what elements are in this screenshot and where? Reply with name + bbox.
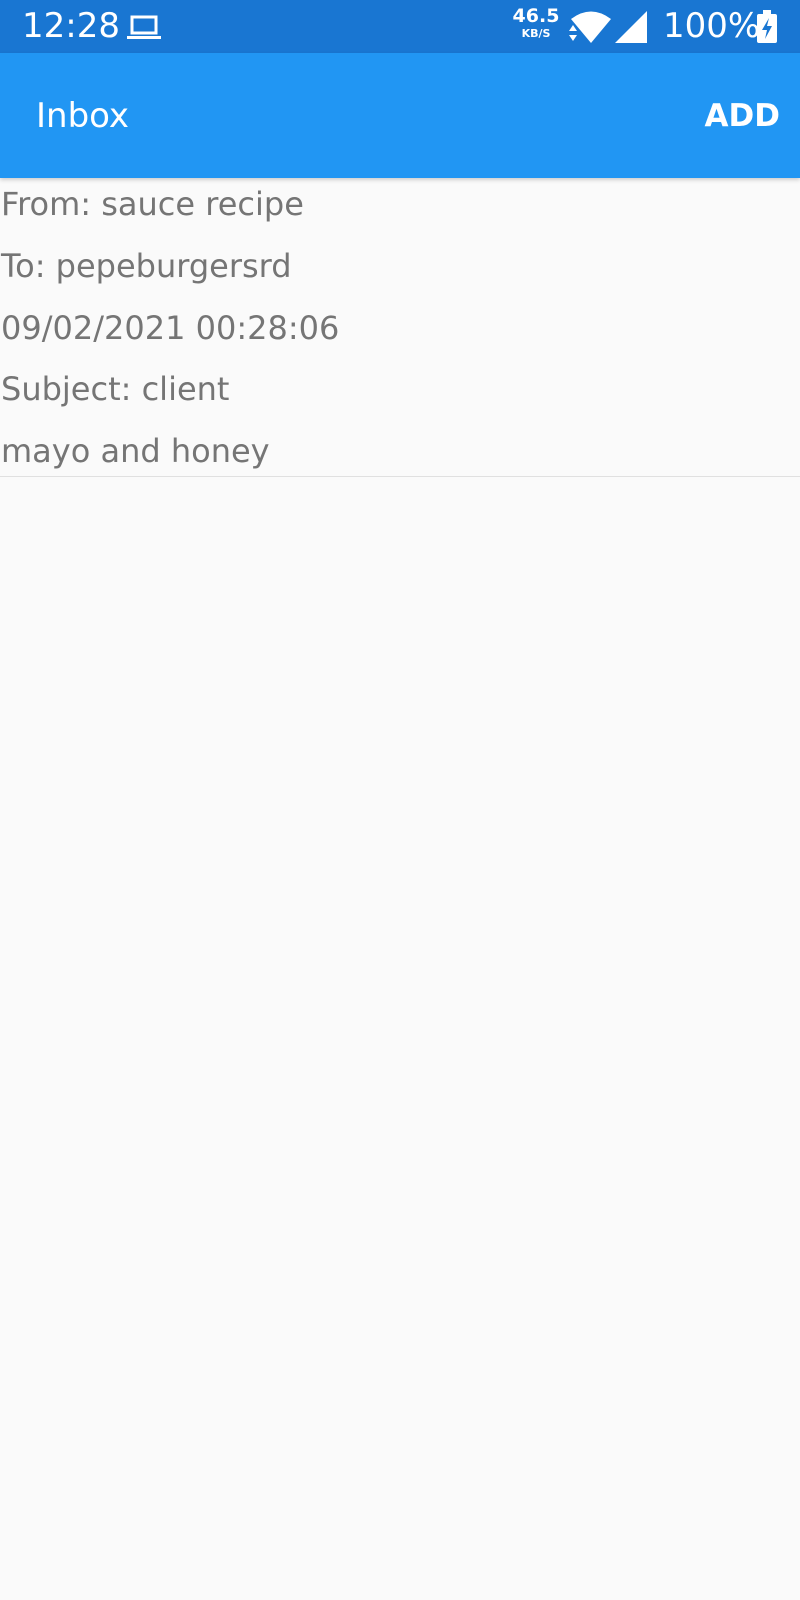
network-speed: 46.5 KB/S xyxy=(512,5,560,40)
add-button[interactable]: ADD xyxy=(703,89,782,143)
message-body: mayo and honey xyxy=(1,432,270,470)
page-title: Inbox xyxy=(36,96,130,136)
message-from: From: sauce recipe xyxy=(1,185,304,223)
battery-charging-icon xyxy=(757,10,777,43)
network-speed-unit: KB/S xyxy=(521,27,551,40)
message-date: 09/02/2021 00:28:06 xyxy=(1,309,340,347)
status-time: 12:28 xyxy=(22,6,120,46)
battery-percent: 100% xyxy=(663,6,761,46)
message-subject: Subject: client xyxy=(1,370,230,408)
wifi-icon xyxy=(571,11,611,43)
network-speed-value: 46.5 xyxy=(512,5,560,27)
app-bar: Inbox ADD xyxy=(0,53,800,178)
signal-icon xyxy=(615,11,647,43)
message-to: To: pepeburgersrd xyxy=(1,247,292,285)
laptop-icon xyxy=(127,15,161,39)
message-list: From: sauce recipe To: pepeburgersrd 09/… xyxy=(0,178,800,477)
list-item[interactable]: From: sauce recipe To: pepeburgersrd 09/… xyxy=(0,178,800,477)
status-bar: 12:28 46.5 KB/S 100% xyxy=(0,0,800,53)
